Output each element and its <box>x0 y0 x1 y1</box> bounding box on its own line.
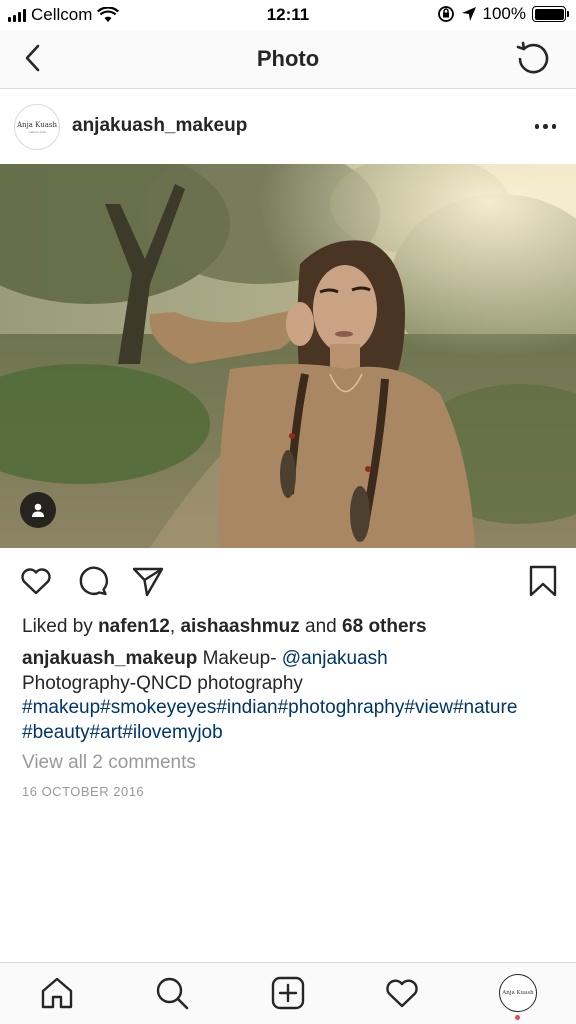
action-bar <box>0 548 576 612</box>
photo-image <box>0 164 576 548</box>
caption-hashtags-2[interactable]: #beauty#art#ilovemyjob <box>22 721 562 746</box>
caption-mention[interactable]: @anjakuash <box>282 648 388 669</box>
caption-hashtags-1[interactable]: #makeup#smokeyeyes#indian#photoghraphy#v… <box>22 696 562 721</box>
post-date: 16 OCTOBER 2016 <box>22 784 145 799</box>
page-title: Photo <box>256 46 320 71</box>
search-icon[interactable] <box>154 975 190 1011</box>
add-post-icon[interactable] <box>270 975 306 1011</box>
status-right: 100% <box>437 4 569 24</box>
liked-by-user-1[interactable]: nafen12 <box>98 616 170 637</box>
share-icon[interactable] <box>131 564 165 598</box>
bookmark-icon[interactable] <box>526 564 560 598</box>
nav-header: Photo <box>0 30 576 89</box>
caption-text-1: Makeup- <box>202 648 277 669</box>
bottom-tab-bar: Anja Kuash <box>0 962 576 1024</box>
battery-percent: 100% <box>482 4 526 23</box>
status-bar: Cellcom 12:11 100% <box>0 0 576 30</box>
likes-and: and <box>305 616 337 637</box>
activity-heart-icon[interactable] <box>384 975 420 1011</box>
likes-prefix: Liked by <box>22 616 93 637</box>
profile-avatar-logo: Anja Kuash <box>502 990 534 996</box>
likes-separator: , <box>169 616 176 637</box>
likes-others-link[interactable]: 68 others <box>342 616 426 637</box>
home-icon[interactable] <box>39 975 75 1011</box>
caption-line-1: anjakuash_makeup Makeup- @anjakuash <box>22 647 562 672</box>
avatar[interactable]: Anja Kuash makeup artist <box>14 104 60 150</box>
notification-dot <box>515 1015 520 1020</box>
post-header: Anja Kuash makeup artist anjakuash_makeu… <box>0 90 576 164</box>
refresh-icon[interactable] <box>514 40 552 78</box>
battery-icon <box>532 6 569 22</box>
tagged-people-icon[interactable] <box>20 492 56 528</box>
caption-username[interactable]: anjakuash_makeup <box>22 648 197 669</box>
likes-summary: Liked by nafen12, aishaashmuz and 68 oth… <box>22 616 427 638</box>
person-icon <box>32 503 44 517</box>
avatar-logo: Anja Kuash <box>17 120 57 129</box>
avatar-tagline: makeup artist <box>27 129 46 134</box>
more-dots-icon[interactable] <box>534 124 556 129</box>
profile-avatar[interactable]: Anja Kuash <box>499 974 537 1012</box>
heart-icon[interactable] <box>19 564 53 598</box>
liked-by-user-2[interactable]: aishaashmuz <box>180 616 299 637</box>
post-photo[interactable] <box>0 164 576 548</box>
view-comments-link[interactable]: View all 2 comments <box>22 752 196 774</box>
orientation-lock-icon <box>437 6 454 22</box>
caption-text-2: Photography-QNCD photography <box>22 672 303 694</box>
post-username[interactable]: anjakuash_makeup <box>72 115 247 137</box>
location-arrow-icon <box>461 7 476 21</box>
comment-icon[interactable] <box>76 564 110 598</box>
post-caption: anjakuash_makeup Makeup- @anjakuash Phot… <box>22 647 562 745</box>
